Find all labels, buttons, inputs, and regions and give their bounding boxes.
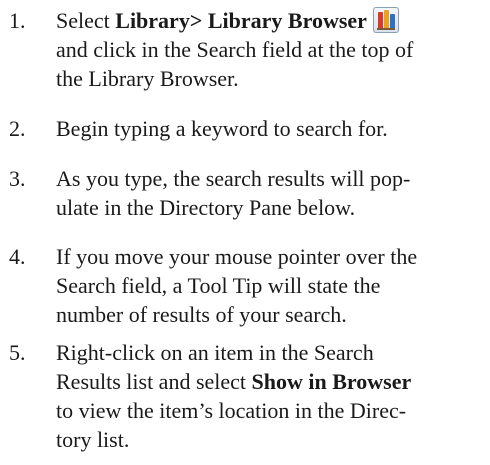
step-line: to view the item’s location in the Direc… bbox=[56, 398, 407, 423]
step-number: 4. bbox=[9, 244, 26, 269]
step-text: If you move your mouse pointer over the … bbox=[56, 242, 486, 329]
step-text: Right-click on an item in the Search Res… bbox=[56, 338, 486, 454]
step-number: 3. bbox=[9, 166, 26, 191]
menu-path: Library> Library Browser bbox=[115, 8, 367, 33]
step-line: Select Library> Library Browser bbox=[56, 6, 486, 35]
step-line: Search field, a Tool Tip will state the bbox=[56, 273, 381, 298]
library-books-icon bbox=[372, 7, 399, 33]
step-line: Begin typing a keyword to search for. bbox=[56, 116, 388, 141]
step-line: ulate in the Directory Pane below. bbox=[56, 195, 356, 220]
step-line: As you type, the search results will pop… bbox=[56, 166, 411, 191]
step-text: Select Library> Library Browser and clic… bbox=[56, 6, 486, 93]
step-line: number of results of your search. bbox=[56, 302, 347, 327]
step-line: Right-click on an item in the Search bbox=[56, 340, 374, 365]
step-line: and click in the Search field at the top… bbox=[56, 37, 414, 62]
step-number: 2. bbox=[9, 116, 26, 141]
step-text: Begin typing a keyword to search for. bbox=[56, 114, 486, 143]
step-line: the Library Browser. bbox=[56, 66, 239, 91]
step-text: As you type, the search results will pop… bbox=[56, 164, 486, 222]
step-number: 5. bbox=[9, 340, 26, 365]
step-line: Results list and select Show in Browser bbox=[56, 369, 412, 394]
step-line: If you move your mouse pointer over the bbox=[56, 244, 418, 269]
command-name: Show in Browser bbox=[251, 369, 412, 394]
step-line: tory list. bbox=[56, 427, 130, 452]
step-number: 1. bbox=[9, 8, 26, 33]
